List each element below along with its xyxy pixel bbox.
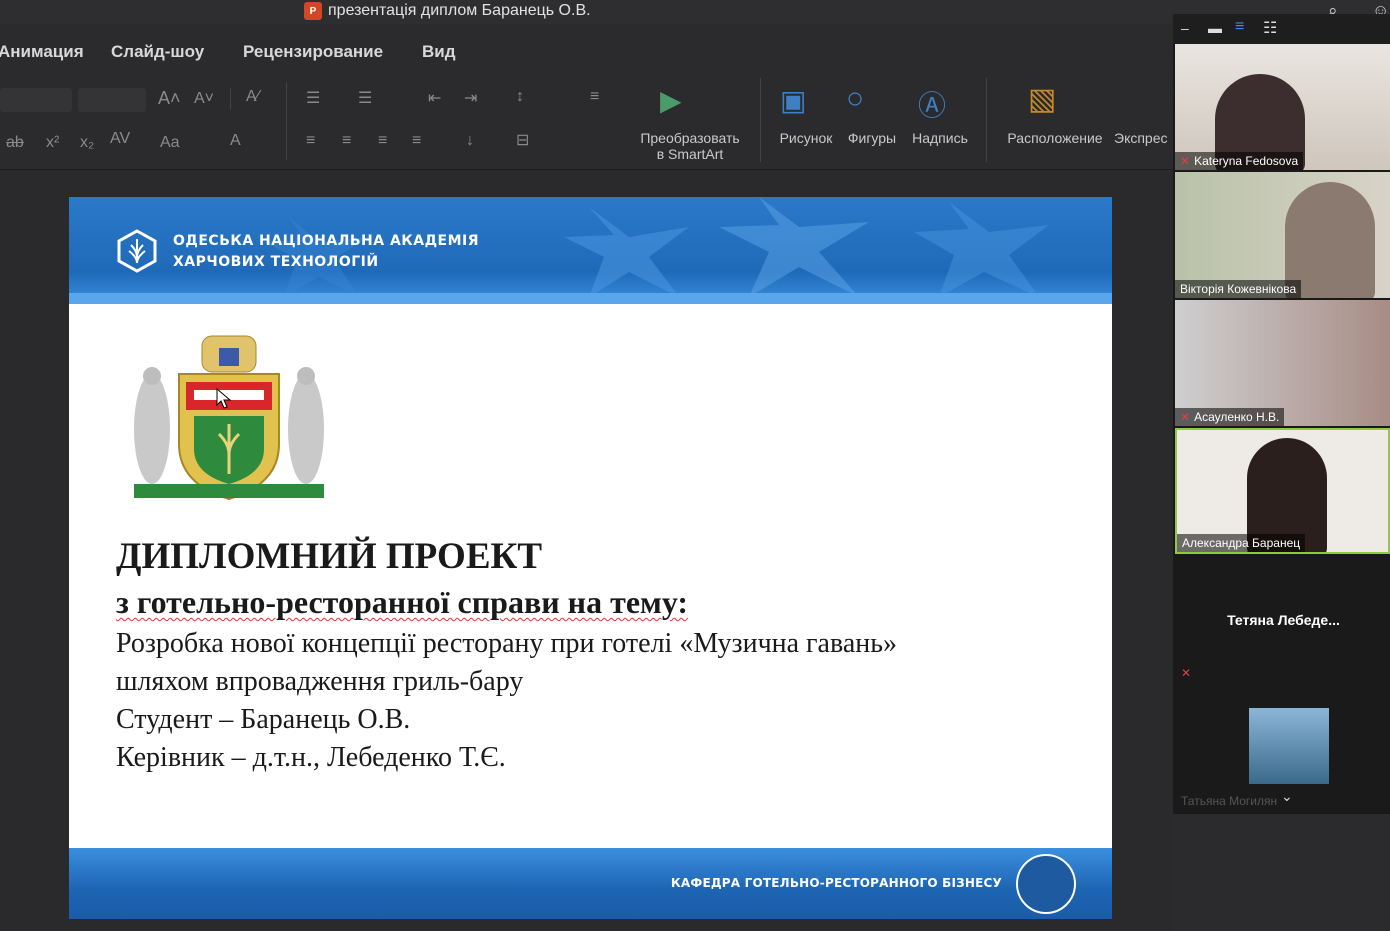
increase-font-icon[interactable]: A˄ [158,88,181,109]
slide-title: ДИПЛОМНИЙ ПРОЕКТ [116,536,543,577]
divider [760,78,761,162]
strip-view-icon[interactable]: ▬ [1208,20,1222,36]
font-color-icon[interactable]: A [230,132,241,150]
bullets-icon[interactable]: ☰ [306,88,320,108]
line-spacing-icon[interactable]: ↕ [516,88,524,106]
video-tile[interactable]: Вікторія Кожевнікова [1175,172,1390,298]
tab-view[interactable]: Вид [422,42,456,62]
slide-subtitle: з готельно-ресторанної справи на тему: [116,584,689,620]
subscript-icon[interactable]: x₂ [80,134,94,152]
academy-name-line1: ОДЕСЬКА НАЦІОНАЛЬНА АКАДЕМІЯ [173,233,480,249]
tab-slideshow[interactable]: Слайд-шоу [111,42,204,62]
chevron-down-icon[interactable]: ⌄ [1281,788,1293,805]
align-center-icon[interactable]: ≡ [342,132,351,150]
slide-text[interactable]: ДИПЛОМНИЙ ПРОЕКТ з готельно-ресторанної … [116,535,897,777]
font-size-select[interactable] [78,88,146,112]
minimize-icon[interactable]: – [1181,20,1189,36]
participant-label: ✕ Kateryna Fedosova [1175,152,1304,170]
slide[interactable]: ОДЕСЬКА НАЦІОНАЛЬНА АКАДЕМІЯ ХАРЧОВИХ ТЕ… [69,197,1112,919]
columns-icon[interactable]: ≡ [590,88,599,106]
align-right-icon[interactable]: ≡ [378,132,387,150]
change-case-icon[interactable]: Aa [160,134,180,152]
powerpoint-icon: P [304,2,322,20]
grid-view-icon[interactable]: ☷ [1263,18,1277,38]
mic-muted-icon: ✕ [1180,410,1191,424]
picture-icon[interactable]: ▣ [780,84,806,117]
speaker-view-icon[interactable]: ≡ [1235,18,1244,36]
panel-toolbar: – ▬ ≡ ☷ [1173,14,1390,44]
topic-line2: шляхом впровадження гриль-бару [116,666,524,697]
divider [230,88,231,110]
department-logo-icon [1016,854,1076,914]
arrange-button[interactable]: Расположение [1000,130,1110,146]
decrease-font-icon[interactable]: A˅ [194,90,214,108]
coat-of-arms-image [134,335,324,501]
student-line: Студент – Баранець О.В. [116,704,411,735]
slide-header: ОДЕСЬКА НАЦІОНАЛЬНА АКАДЕМІЯ ХАРЧОВИХ ТЕ… [69,197,1112,304]
tab-animation[interactable]: Анимация [0,42,84,62]
participant-label: Вікторія Кожевнікова [1175,280,1302,298]
video-tile-no-video[interactable]: Тетяна Лебеде... ✕ [1175,556,1390,682]
numbering-icon[interactable]: ☰ [358,88,372,108]
divider [286,82,287,160]
mic-muted-icon: ✕ [1181,666,1192,680]
char-spacing-icon[interactable]: AV [110,130,130,148]
express-styles-button[interactable]: Экспрес [1114,130,1174,146]
mouse-cursor-icon [216,388,232,409]
topic-line1: Розробка нової концепції ресторану при г… [116,628,898,659]
window-title: P презентація диплом Баранець О.В. [304,2,591,20]
academy-name: ОДЕСЬКА НАЦІОНАЛЬНА АКАДЕМІЯ ХАРЧОВИХ ТЕ… [173,231,479,273]
textbox-button[interactable]: Надпись [906,130,974,146]
participant-label: Тетяна Лебеде... [1227,612,1340,628]
picture-button[interactable]: Рисунок [772,130,840,146]
supervisor-line: Керівник – д.т.н., Лебеденко Т.Є. [116,742,506,773]
tab-review[interactable]: Рецензирование [243,42,383,62]
video-tile[interactable]: ✕ Kateryna Fedosova [1175,44,1390,170]
align-left-icon[interactable]: ≡ [306,132,315,150]
shapes-button[interactable]: Фигуры [840,130,904,146]
participant-label: Александра Баранец [1177,534,1306,552]
outdent-icon[interactable]: ⇤ [428,88,441,108]
header-band [69,293,1112,304]
divider [986,78,987,162]
slide-footer: КАФЕДРА ГОТЕЛЬНО-РЕСТОРАННОГО БІЗНЕСУ [69,848,1112,919]
mic-muted-icon: ✕ [1180,154,1191,168]
academy-logo-icon [117,229,157,273]
window-title-text: презентація диплом Баранець О.В. [328,2,591,19]
indent-icon[interactable]: ⇥ [464,88,477,108]
clear-format-icon[interactable]: A∕ [246,88,259,106]
justify-icon[interactable]: ≡ [412,132,421,150]
textbox-icon[interactable]: Ⓐ [918,84,946,124]
text-direction-icon[interactable]: ↓ [466,132,474,150]
department-name: КАФЕДРА ГОТЕЛЬНО-РЕСТОРАННОГО БІЗНЕСУ [670,876,1002,890]
font-family-select[interactable] [0,88,72,112]
shapes-icon[interactable]: ○ [846,82,864,116]
participant-label: ✕ Асауленко Н.В. [1175,408,1285,426]
participants-panel: – ▬ ≡ ☷ ✕ Kateryna Fedosova Вікторія Коже… [1173,14,1390,814]
participant-label: Татьяна Могилян [1181,794,1278,808]
align-text-icon[interactable]: ⊟ [516,130,529,150]
strikethrough-icon[interactable]: ab [6,134,24,152]
arrange-icon[interactable]: ▧ [1028,82,1056,117]
smartart-icon[interactable]: ▶ [660,84,682,117]
video-tile-active-speaker[interactable]: Александра Баранец [1175,428,1390,554]
participant-avatar [1249,708,1329,784]
video-tile[interactable]: ✕ Асауленко Н.В. [1175,300,1390,426]
video-tile-no-video[interactable]: Татьяна Могилян ⌄ [1175,684,1390,810]
ribbon-tabs: Анимация Слайд-шоу Рецензирование Вид [0,24,1173,74]
academy-name-line2: ХАРЧОВИХ ТЕХНОЛОГІЙ [173,254,379,270]
smartart-button[interactable]: Преобразовать в SmartArt [632,130,748,162]
superscript-icon[interactable]: x² [46,134,59,152]
ribbon: A˄ A˅ A∕ ab x² x₂ AV Aa A ☰ ☰ ⇤ ⇥ ↕ ≡ ≡ … [0,74,1173,170]
